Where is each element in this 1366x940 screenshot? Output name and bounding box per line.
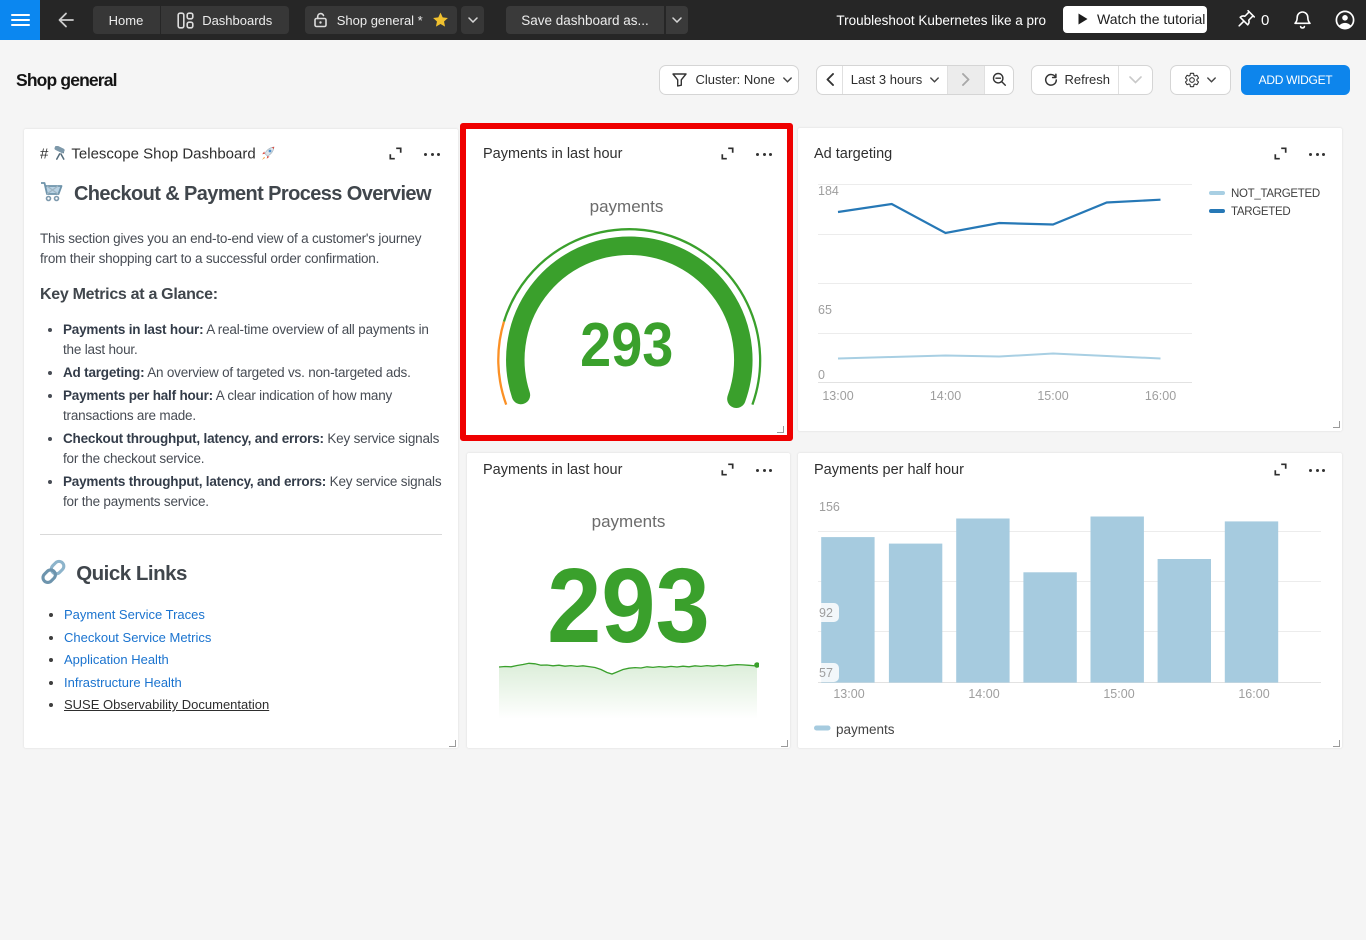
svg-text:payments: payments [836, 722, 895, 737]
svg-text:14:00: 14:00 [968, 687, 999, 701]
svg-text:184: 184 [818, 184, 839, 198]
svg-text:14:00: 14:00 [930, 389, 961, 403]
svg-text:0: 0 [818, 368, 825, 382]
svg-text:156: 156 [819, 500, 840, 514]
svg-text:13:00: 13:00 [833, 687, 864, 701]
svg-text:57: 57 [819, 666, 833, 680]
svg-text:16:00: 16:00 [1238, 687, 1269, 701]
svg-text:92: 92 [819, 606, 833, 620]
svg-text:65: 65 [818, 303, 832, 317]
svg-text:15:00: 15:00 [1037, 389, 1068, 403]
svg-text:13:00: 13:00 [822, 389, 853, 403]
svg-text:15:00: 15:00 [1103, 687, 1134, 701]
svg-text:NOT_TARGETED: NOT_TARGETED [1231, 188, 1320, 200]
svg-text:TARGETED: TARGETED [1231, 206, 1290, 218]
svg-text:16:00: 16:00 [1145, 389, 1176, 403]
